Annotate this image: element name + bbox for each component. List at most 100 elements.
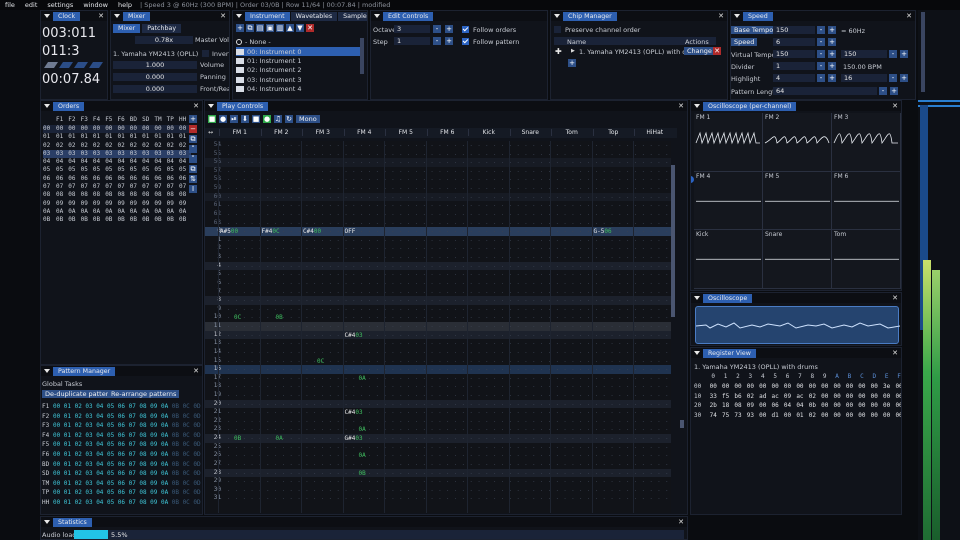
close-icon[interactable]: ✕ bbox=[892, 293, 898, 303]
chip-volume-slider[interactable]: 1.000 bbox=[113, 61, 197, 69]
follow-pattern-checkbox[interactable] bbox=[462, 37, 469, 45]
tab-play-controls[interactable]: Play Controls bbox=[217, 101, 269, 111]
pattern-cell[interactable]: 0B bbox=[172, 431, 183, 441]
order-cell[interactable]: 0B bbox=[142, 216, 154, 224]
order-cell[interactable]: 02 bbox=[142, 142, 154, 150]
pattern-cell[interactable]: 05 bbox=[107, 460, 118, 470]
pattern-cell[interactable]: 08 bbox=[139, 421, 150, 431]
tab-orders[interactable]: Orders bbox=[53, 101, 85, 111]
pattern-cell[interactable]: 01 bbox=[64, 421, 75, 431]
pattern-cell[interactable]: 05 bbox=[107, 479, 118, 489]
order-row[interactable]: 04 04 04 04 04 04 04 04 04 04 04 04 bbox=[43, 158, 191, 166]
order-cell[interactable]: 04 bbox=[81, 158, 93, 166]
pattern-cell[interactable]: 01 bbox=[64, 402, 75, 412]
order-row[interactable]: 03 03 03 03 03 03 03 03 03 03 03 03 bbox=[43, 149, 192, 159]
pattern-cell[interactable]: 03 bbox=[85, 479, 96, 489]
menu-window[interactable]: window bbox=[78, 1, 113, 9]
order-cell[interactable]: 08 bbox=[130, 191, 142, 199]
pattern-cell[interactable]: 05 bbox=[107, 488, 118, 498]
expand-channels-icon[interactable]: ↔ bbox=[208, 129, 213, 136]
speed-button[interactable]: Speed bbox=[731, 38, 758, 46]
order-cell[interactable]: 05 bbox=[167, 166, 179, 174]
pattern-row[interactable]: 21. . . . . . . . . . . . . . . . . . . … bbox=[205, 408, 671, 417]
stop-icon[interactable]: ■ bbox=[252, 115, 260, 123]
pattern-row[interactable]: 23. . . . . . . . . . . . . . . . . . . … bbox=[205, 425, 671, 434]
close-icon[interactable]: ✕ bbox=[892, 101, 898, 111]
vu-scroll[interactable] bbox=[921, 12, 925, 92]
order-cell[interactable]: 0B bbox=[154, 216, 166, 224]
pattern-row[interactable]: 11. . . . . . . . . . . . . . . . . . . … bbox=[205, 322, 671, 331]
pattern-cell[interactable]: 00 bbox=[53, 479, 64, 489]
pattern-row[interactable]: 7. . . . . . . . . . . . . . . . . . . .… bbox=[205, 288, 671, 297]
octave-input[interactable]: 3 bbox=[394, 25, 430, 33]
pattern-cell[interactable]: 0B bbox=[172, 469, 183, 479]
pattern-cell[interactable]: 0C bbox=[183, 479, 194, 489]
pattern-cell[interactable]: 0A bbox=[161, 450, 172, 460]
plen-plus[interactable]: + bbox=[890, 87, 898, 95]
order-cell[interactable]: 0A bbox=[93, 208, 105, 216]
pattern-cell[interactable]: 08 bbox=[139, 498, 150, 508]
pattern-cell[interactable]: 06 bbox=[118, 479, 129, 489]
remove-chip-icon[interactable]: ✕ bbox=[713, 47, 721, 55]
add-order-button[interactable]: + bbox=[189, 115, 197, 123]
pattern-cell[interactable]: 03 bbox=[85, 450, 96, 460]
order-cell[interactable]: 08 bbox=[56, 191, 68, 199]
pattern-cell[interactable]: 09 bbox=[150, 450, 161, 460]
close-icon[interactable]: ✕ bbox=[906, 11, 912, 21]
pattern-row[interactable]: 12. . . . . . . . . . . . . . . . . . . … bbox=[205, 330, 671, 340]
order-cell[interactable]: 04 bbox=[154, 158, 166, 166]
pattern-cell[interactable]: 07 bbox=[129, 412, 140, 422]
order-cell[interactable]: 08 bbox=[81, 191, 93, 199]
pattern-row[interactable]: 25. . . . . . . . . . . . . . . . . . . … bbox=[205, 443, 671, 452]
close-icon[interactable]: ✕ bbox=[98, 11, 104, 21]
pattern-cell[interactable]: 00 bbox=[53, 402, 64, 412]
pattern-cell[interactable]: 00 bbox=[53, 460, 64, 470]
pattern-cell[interactable]: 09 bbox=[150, 469, 161, 479]
order-cell[interactable]: 01 bbox=[167, 133, 179, 141]
order-row[interactable]: 06 06 06 06 06 06 06 06 06 06 06 06 bbox=[43, 175, 191, 183]
pattern-cell[interactable]: 07 bbox=[129, 479, 140, 489]
pattern-row[interactable]: 16. . . . . . . . . . . . . . . . . . . … bbox=[205, 365, 671, 374]
order-cell[interactable]: 09 bbox=[179, 200, 191, 208]
pattern-cell[interactable]: 03 bbox=[85, 460, 96, 470]
pattern-row[interactable]: 18. . . . . . . . . . . . . . . . . . . … bbox=[205, 382, 671, 391]
order-cell[interactable]: 02 bbox=[130, 142, 142, 150]
order-cell[interactable]: 03 bbox=[93, 150, 105, 158]
save-icon[interactable]: ▣ bbox=[266, 24, 274, 32]
clone-order-icon[interactable]: ⧉ bbox=[189, 165, 197, 173]
order-cell[interactable]: 09 bbox=[56, 200, 68, 208]
order-cell[interactable]: 02 bbox=[68, 142, 80, 150]
pattern-cell[interactable]: 06 bbox=[118, 488, 129, 498]
order-cell[interactable]: 03 bbox=[81, 150, 93, 158]
order-cell[interactable]: 01 bbox=[154, 133, 166, 141]
pattern-cell[interactable]: 04 bbox=[96, 469, 107, 479]
order-cell[interactable]: 00 bbox=[130, 125, 142, 133]
collapse-icon[interactable] bbox=[44, 104, 50, 108]
pattern-cell[interactable]: 05 bbox=[107, 412, 118, 422]
order-cell[interactable]: 00 bbox=[81, 125, 93, 133]
speed-plus[interactable]: + bbox=[828, 38, 836, 46]
order-row[interactable]: 0A 0A 0A 0A 0A 0A 0A 0A 0A 0A 0A 0A bbox=[43, 208, 191, 216]
channel-header[interactable]: FM 6 bbox=[426, 129, 468, 136]
order-cell[interactable]: 05 bbox=[130, 166, 142, 174]
pattern-cell[interactable]: 08 bbox=[139, 412, 150, 422]
pattern-cell[interactable]: 02 bbox=[75, 498, 86, 508]
pattern-row[interactable]: 29. . . . . . . . . . . . . . . . . . . … bbox=[205, 477, 671, 486]
pattern-cell[interactable]: 04 bbox=[96, 498, 107, 508]
virtual-tempo-num[interactable]: 150 bbox=[773, 50, 815, 58]
instrument-item[interactable]: 03: Instrument 3 bbox=[236, 75, 360, 84]
pattern-cell[interactable]: 02 bbox=[75, 460, 86, 470]
pattern-cell[interactable]: 04 bbox=[96, 440, 107, 450]
pattern-cell[interactable]: 07 bbox=[129, 488, 140, 498]
order-cell[interactable]: 04 bbox=[68, 158, 80, 166]
pattern-cell[interactable]: 08 bbox=[139, 402, 150, 412]
menu-file[interactable]: file bbox=[0, 1, 20, 9]
pattern-cell[interactable]: 0C bbox=[183, 421, 194, 431]
pattern-cell[interactable]: 09 bbox=[150, 498, 161, 508]
pattern-cell[interactable]: 01 bbox=[64, 412, 75, 422]
pattern-cell[interactable]: 0B bbox=[172, 460, 183, 470]
order-cell[interactable]: 08 bbox=[154, 191, 166, 199]
tab-mixer-inner[interactable]: Mixer bbox=[113, 24, 141, 33]
close-icon[interactable]: ✕ bbox=[678, 517, 684, 527]
order-cell[interactable]: 01 bbox=[117, 133, 129, 141]
